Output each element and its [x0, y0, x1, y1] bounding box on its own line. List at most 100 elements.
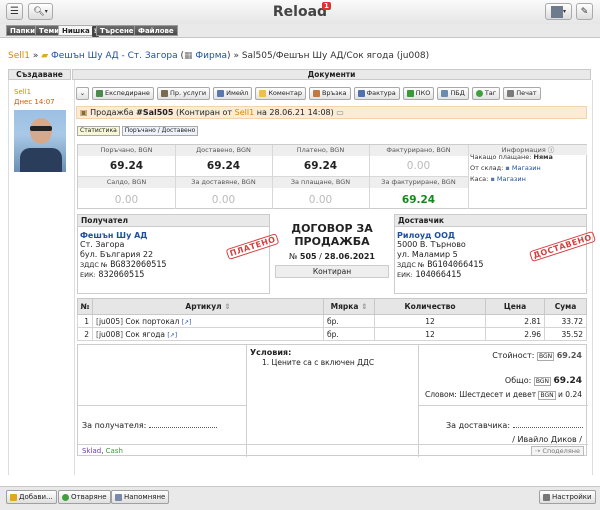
- sum-cell: 35.52: [544, 327, 587, 341]
- author-link[interactable]: Sell1: [14, 88, 31, 96]
- col-number: №: [77, 298, 93, 315]
- supplier-name[interactable]: Рилоуд ООД: [397, 231, 586, 240]
- price-cell: 2.81: [485, 314, 545, 328]
- print-button[interactable]: Печат: [503, 87, 541, 100]
- pko-button[interactable]: ПКО: [402, 87, 435, 100]
- remind-button[interactable]: Напомняне: [111, 490, 170, 504]
- divider: [78, 444, 588, 445]
- chevron-down-icon: ⌄: [79, 89, 86, 97]
- sale-author-link[interactable]: Sell1: [235, 108, 255, 117]
- user-menu-button[interactable]: ▾: [545, 3, 572, 20]
- supplier-eik-row: ЕИК: 104066415: [397, 270, 586, 280]
- ship-button[interactable]: Експедиране: [92, 87, 154, 100]
- cash-in-icon: [406, 90, 414, 97]
- col-sum: Сума: [544, 298, 587, 315]
- stats-subtabs: Статистика Поръчано / Доставено: [77, 126, 199, 136]
- info-key: От склад:: [470, 164, 504, 172]
- add-button[interactable]: Добави...: [6, 490, 57, 504]
- open-icon: [62, 493, 69, 501]
- stat-label: За фактуриране, BGN: [381, 178, 456, 186]
- breadcrumb-firm[interactable]: Фирма: [195, 51, 227, 61]
- speech-bubble-icon[interactable]: ▭: [336, 108, 344, 117]
- signature-line: [148, 427, 217, 428]
- receiver-header: Получател: [78, 215, 269, 227]
- breadcrumb: Sell1 » ▰ Фешън Шу АД - Ст. Загора (▦ Фи…: [8, 51, 429, 61]
- tab-ordered-delivered[interactable]: Поръчано / Доставено: [121, 126, 199, 136]
- qty-cell: 12: [374, 314, 486, 328]
- share-button[interactable]: ⇢ Споделяне: [530, 446, 584, 456]
- col-unit[interactable]: Мярка ⇕: [323, 298, 375, 315]
- settings-button[interactable]: Настройки: [539, 490, 596, 504]
- stat-delivered: 69.24: [206, 160, 241, 172]
- pin-button[interactable]: ✎: [576, 3, 593, 20]
- tab-search[interactable]: Търсене: [96, 25, 138, 36]
- article-cell: [ju005] Сок портокал [↗]: [92, 314, 324, 328]
- warehouse-link[interactable]: Магазин: [512, 164, 541, 172]
- signature-label: За получателя:: [82, 421, 147, 430]
- star-icon: [10, 493, 17, 501]
- main-tabs: Папки Теми Нишка? Търсене Файлове: [0, 24, 600, 38]
- col-article[interactable]: Артикул ⇕: [92, 298, 324, 315]
- article-code[interactable]: ju005: [99, 317, 120, 326]
- gear-icon: [543, 493, 550, 501]
- total-row: Общо: BGN 69.24: [505, 376, 582, 386]
- author-avatar[interactable]: [14, 110, 66, 172]
- article-cell: [ju008] Сок ягода [↗]: [92, 327, 324, 341]
- sum-cell: 33.72: [544, 314, 587, 328]
- tag-sklad[interactable]: Sklad: [82, 447, 101, 455]
- breadcrumb-root[interactable]: Sell1: [8, 51, 30, 61]
- action-toolbar: ⌄ Експедиране Пр. услуги Имейл Коментар …: [76, 87, 541, 100]
- contract-date: 28.06.2021: [324, 252, 375, 261]
- words-label: Словом:: [424, 390, 457, 399]
- breadcrumb-folder[interactable]: Фешън Шу АД - Ст. Загора: [51, 51, 178, 61]
- button-label: Пр. услуги: [169, 89, 207, 97]
- tag-cash[interactable]: Cash: [106, 447, 123, 455]
- sale-icon: ▣: [80, 108, 88, 117]
- warehouse-icon: ▪: [505, 164, 510, 172]
- invoice-button[interactable]: Фактура: [353, 87, 400, 100]
- sort-icon: ⇕: [224, 302, 231, 311]
- folder-icon: ▰: [41, 51, 49, 61]
- tab-statistics[interactable]: Статистика: [77, 126, 120, 136]
- sort-icon: ⇕: [361, 302, 368, 311]
- words-amount: Шестдесет и девет: [459, 390, 537, 399]
- receiver-block: Получател Фешън Шу АД Ст. Загора бул. Бъ…: [77, 214, 280, 294]
- article-name: Сок портокал: [125, 316, 180, 326]
- notification-badge[interactable]: 1: [322, 2, 331, 10]
- col-label: Артикул: [185, 302, 222, 311]
- tab-label: Търсене: [100, 27, 134, 35]
- tab-label: Файлове: [138, 27, 174, 35]
- bank-icon: [441, 90, 449, 97]
- external-link-icon[interactable]: [↗]: [167, 332, 177, 339]
- receiver-name[interactable]: Фешън Шу АД: [80, 231, 269, 240]
- total-label: Общо:: [504, 376, 532, 385]
- pbd-button[interactable]: ПБД: [437, 87, 469, 100]
- email-icon: [217, 90, 225, 97]
- divider: [418, 405, 588, 406]
- comment-icon: [259, 90, 267, 97]
- article-code[interactable]: ju008: [99, 330, 120, 339]
- currency-badge: BGN: [536, 352, 555, 361]
- comment-button[interactable]: Коментар: [255, 87, 306, 100]
- stat-balance: 0.00: [114, 194, 139, 206]
- collapse-button[interactable]: ⌄: [76, 87, 89, 100]
- breadcrumb-separator: »: [233, 51, 239, 61]
- document-footer: Условия: 1. Цените са с включен ДДС Стой…: [77, 344, 588, 457]
- open-button[interactable]: Отваряне: [58, 490, 111, 504]
- conditions-title: Условия:: [250, 348, 292, 357]
- email-button[interactable]: Имейл: [213, 87, 253, 100]
- avatar-face: [30, 118, 52, 144]
- tag-button[interactable]: Таг: [471, 87, 501, 100]
- supplier-signature: За доставчика:: [446, 421, 583, 430]
- link-button[interactable]: Връзка: [308, 87, 351, 100]
- created-date: Днес 14:07: [14, 98, 55, 106]
- breadcrumb-separator: »: [32, 51, 39, 61]
- external-link-icon[interactable]: [↗]: [182, 319, 192, 326]
- tab-label: Нишка: [62, 27, 90, 35]
- services-button[interactable]: Пр. услуги: [156, 87, 211, 100]
- cashbox-link[interactable]: Магазин: [497, 175, 526, 183]
- stat-paid: 69.24: [303, 160, 338, 172]
- button-label: Напомняне: [124, 493, 166, 501]
- col-price: Цена: [485, 298, 545, 315]
- tab-files[interactable]: Файлове: [134, 25, 178, 36]
